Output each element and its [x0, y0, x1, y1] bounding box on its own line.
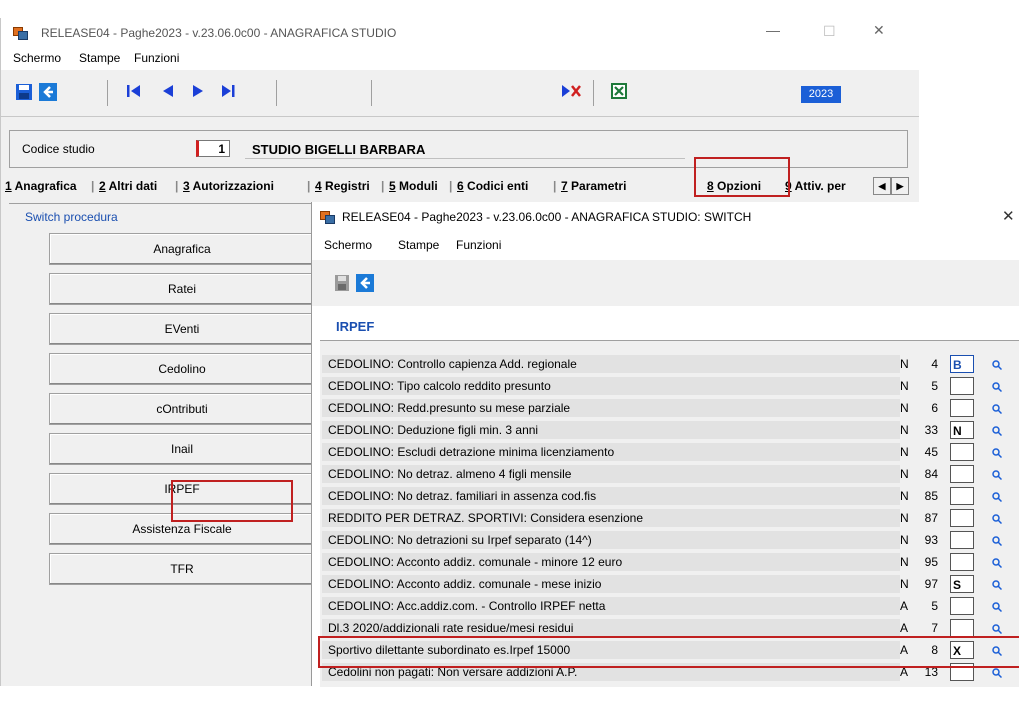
tab-scroll-right-icon[interactable]: ▶: [891, 177, 909, 195]
switch-window-title: RELEASE04 - Paghe2023 - v.23.06.0c00 - A…: [342, 210, 752, 224]
proc-button-tfr[interactable]: TFR: [49, 553, 315, 585]
save-icon[interactable]: [334, 274, 350, 295]
magnifier-icon[interactable]: [992, 491, 1003, 505]
highlight-tab-opzioni: [694, 157, 790, 197]
switch-toolbar: [312, 260, 1019, 306]
options-row[interactable]: REDDITO PER DETRAZ. SPORTIVI: Considera …: [320, 507, 1019, 529]
main-window-title: RELEASE04 - Paghe2023 - v.23.06.0c00 - A…: [41, 26, 397, 40]
magnifier-icon[interactable]: [992, 469, 1003, 483]
magnifier-icon[interactable]: [992, 579, 1003, 593]
highlight-irpef-button: [171, 480, 293, 522]
option-value-field[interactable]: [950, 553, 974, 571]
magnifier-icon[interactable]: [992, 623, 1003, 637]
options-row[interactable]: CEDOLINO: Acc.addiz.com. - Controllo IRP…: [320, 595, 1019, 617]
switch-procedura-label: Switch procedura: [25, 210, 118, 224]
magnifier-icon[interactable]: [992, 513, 1003, 527]
tab-attiv[interactable]: 9 Attiv. per: [785, 179, 846, 193]
section-title-irpef: IRPEF: [336, 319, 375, 334]
magnifier-icon[interactable]: [992, 425, 1003, 439]
option-value-field[interactable]: [950, 443, 974, 461]
menu-funzioni[interactable]: Funzioni: [134, 51, 179, 65]
menu-schermo[interactable]: Schermo: [13, 51, 61, 65]
options-row[interactable]: CEDOLINO: Tipo calcolo reddito presunto …: [320, 375, 1019, 397]
option-value-field[interactable]: [950, 597, 974, 615]
switch-menu-funzioni[interactable]: Funzioni: [456, 238, 501, 252]
magnifier-icon[interactable]: [992, 447, 1003, 461]
save-icon[interactable]: [15, 83, 33, 104]
tab-autorizzazioni[interactable]: 3 Autorizzazioni: [183, 179, 274, 193]
options-row[interactable]: CEDOLINO: Controllo capienza Add. region…: [320, 353, 1019, 375]
magnifier-icon[interactable]: [992, 535, 1003, 549]
magnifier-icon[interactable]: [992, 667, 1003, 681]
proc-button-eventi[interactable]: EVenti: [49, 313, 315, 345]
proc-button-anagrafica[interactable]: Anagrafica: [49, 233, 315, 265]
option-value-field[interactable]: [950, 509, 974, 527]
proc-button-inail[interactable]: Inail: [49, 433, 315, 465]
main-title-bar: RELEASE04 - Paghe2023 - v.23.06.0c00 - A…: [1, 18, 919, 48]
delete-icon[interactable]: [561, 83, 581, 102]
main-menu-bar: Schermo Stampe Funzioni: [1, 48, 919, 70]
option-value-field[interactable]: S: [950, 575, 974, 593]
options-row[interactable]: CEDOLINO: Redd.presunto su mese parziale…: [320, 397, 1019, 419]
excel-icon[interactable]: [611, 83, 627, 102]
highlight-sportivo-row: [318, 636, 1019, 668]
magnifier-icon[interactable]: [992, 381, 1003, 395]
option-value-field[interactable]: B: [950, 355, 974, 373]
proc-button-contributi[interactable]: cOntributi: [49, 393, 315, 425]
menu-stampe[interactable]: Stampe: [79, 51, 120, 65]
option-value-field[interactable]: [950, 619, 974, 637]
options-row[interactable]: CEDOLINO: No detrazioni su Irpef separat…: [320, 529, 1019, 551]
magnifier-icon[interactable]: [992, 557, 1003, 571]
options-grid: CEDOLINO: Controllo capienza Add. region…: [320, 340, 1019, 687]
tab-altri-dati[interactable]: 2 Altri dati: [99, 179, 157, 193]
options-row[interactable]: CEDOLINO: Acconto addiz. comunale - mese…: [320, 573, 1019, 595]
last-record-icon[interactable]: [221, 83, 235, 102]
proc-button-cedolino[interactable]: Cedolino: [49, 353, 315, 385]
proc-button-ratei[interactable]: Ratei: [49, 273, 315, 305]
switch-close-icon[interactable]: ✕: [1002, 207, 1015, 225]
options-row[interactable]: CEDOLINO: No detraz. almeno 4 figli mens…: [320, 463, 1019, 485]
options-row[interactable]: CEDOLINO: Acconto addiz. comunale - mino…: [320, 551, 1019, 573]
maximize-icon[interactable]: ☐: [823, 23, 836, 40]
magnifier-icon[interactable]: [992, 601, 1003, 615]
codice-studio-field[interactable]: 1: [196, 140, 230, 157]
option-value-field[interactable]: [950, 399, 974, 417]
back-arrow-icon[interactable]: [39, 83, 57, 104]
tab-moduli[interactable]: 5 Moduli: [389, 179, 438, 193]
switch-menu-schermo[interactable]: Schermo: [324, 238, 372, 252]
first-record-icon[interactable]: [127, 83, 141, 102]
close-icon[interactable]: ✕: [873, 22, 885, 39]
option-value-field[interactable]: [950, 465, 974, 483]
next-record-icon[interactable]: [191, 83, 205, 102]
tab-registri[interactable]: 4 Registri: [315, 179, 370, 193]
tab-parametri[interactable]: 7 Parametri: [561, 179, 626, 193]
switch-app-icon: [320, 211, 335, 224]
year-badge[interactable]: 2023: [801, 86, 841, 103]
app-icon: [13, 27, 28, 40]
codice-studio-label: Codice studio: [22, 142, 95, 156]
main-toolbar: 2023: [1, 70, 919, 117]
options-row[interactable]: CEDOLINO: No detraz. familiari in assenz…: [320, 485, 1019, 507]
back-arrow-icon[interactable]: [356, 274, 374, 295]
tab-codici-enti[interactable]: 6 Codici enti: [457, 179, 528, 193]
previous-record-icon[interactable]: [161, 83, 175, 102]
option-value-field[interactable]: [950, 487, 974, 505]
option-value-field[interactable]: [950, 377, 974, 395]
minimize-icon[interactable]: —: [766, 22, 780, 38]
switch-window: RELEASE04 - Paghe2023 - v.23.06.0c00 - A…: [311, 202, 1019, 687]
option-value-field[interactable]: [950, 531, 974, 549]
studio-name: STUDIO BIGELLI BARBARA: [252, 142, 426, 157]
tab-scroll-left-icon[interactable]: ◀: [873, 177, 891, 195]
magnifier-icon[interactable]: [992, 359, 1003, 373]
tab-anagrafica[interactable]: 1 Anagrafica: [5, 179, 77, 193]
switch-menu-stampe[interactable]: Stampe: [398, 238, 439, 252]
magnifier-icon[interactable]: [992, 403, 1003, 417]
options-row[interactable]: CEDOLINO: Deduzione figli min. 3 anni N …: [320, 419, 1019, 441]
option-value-field[interactable]: N: [950, 421, 974, 439]
options-row[interactable]: CEDOLINO: Escludi detrazione minima lice…: [320, 441, 1019, 463]
